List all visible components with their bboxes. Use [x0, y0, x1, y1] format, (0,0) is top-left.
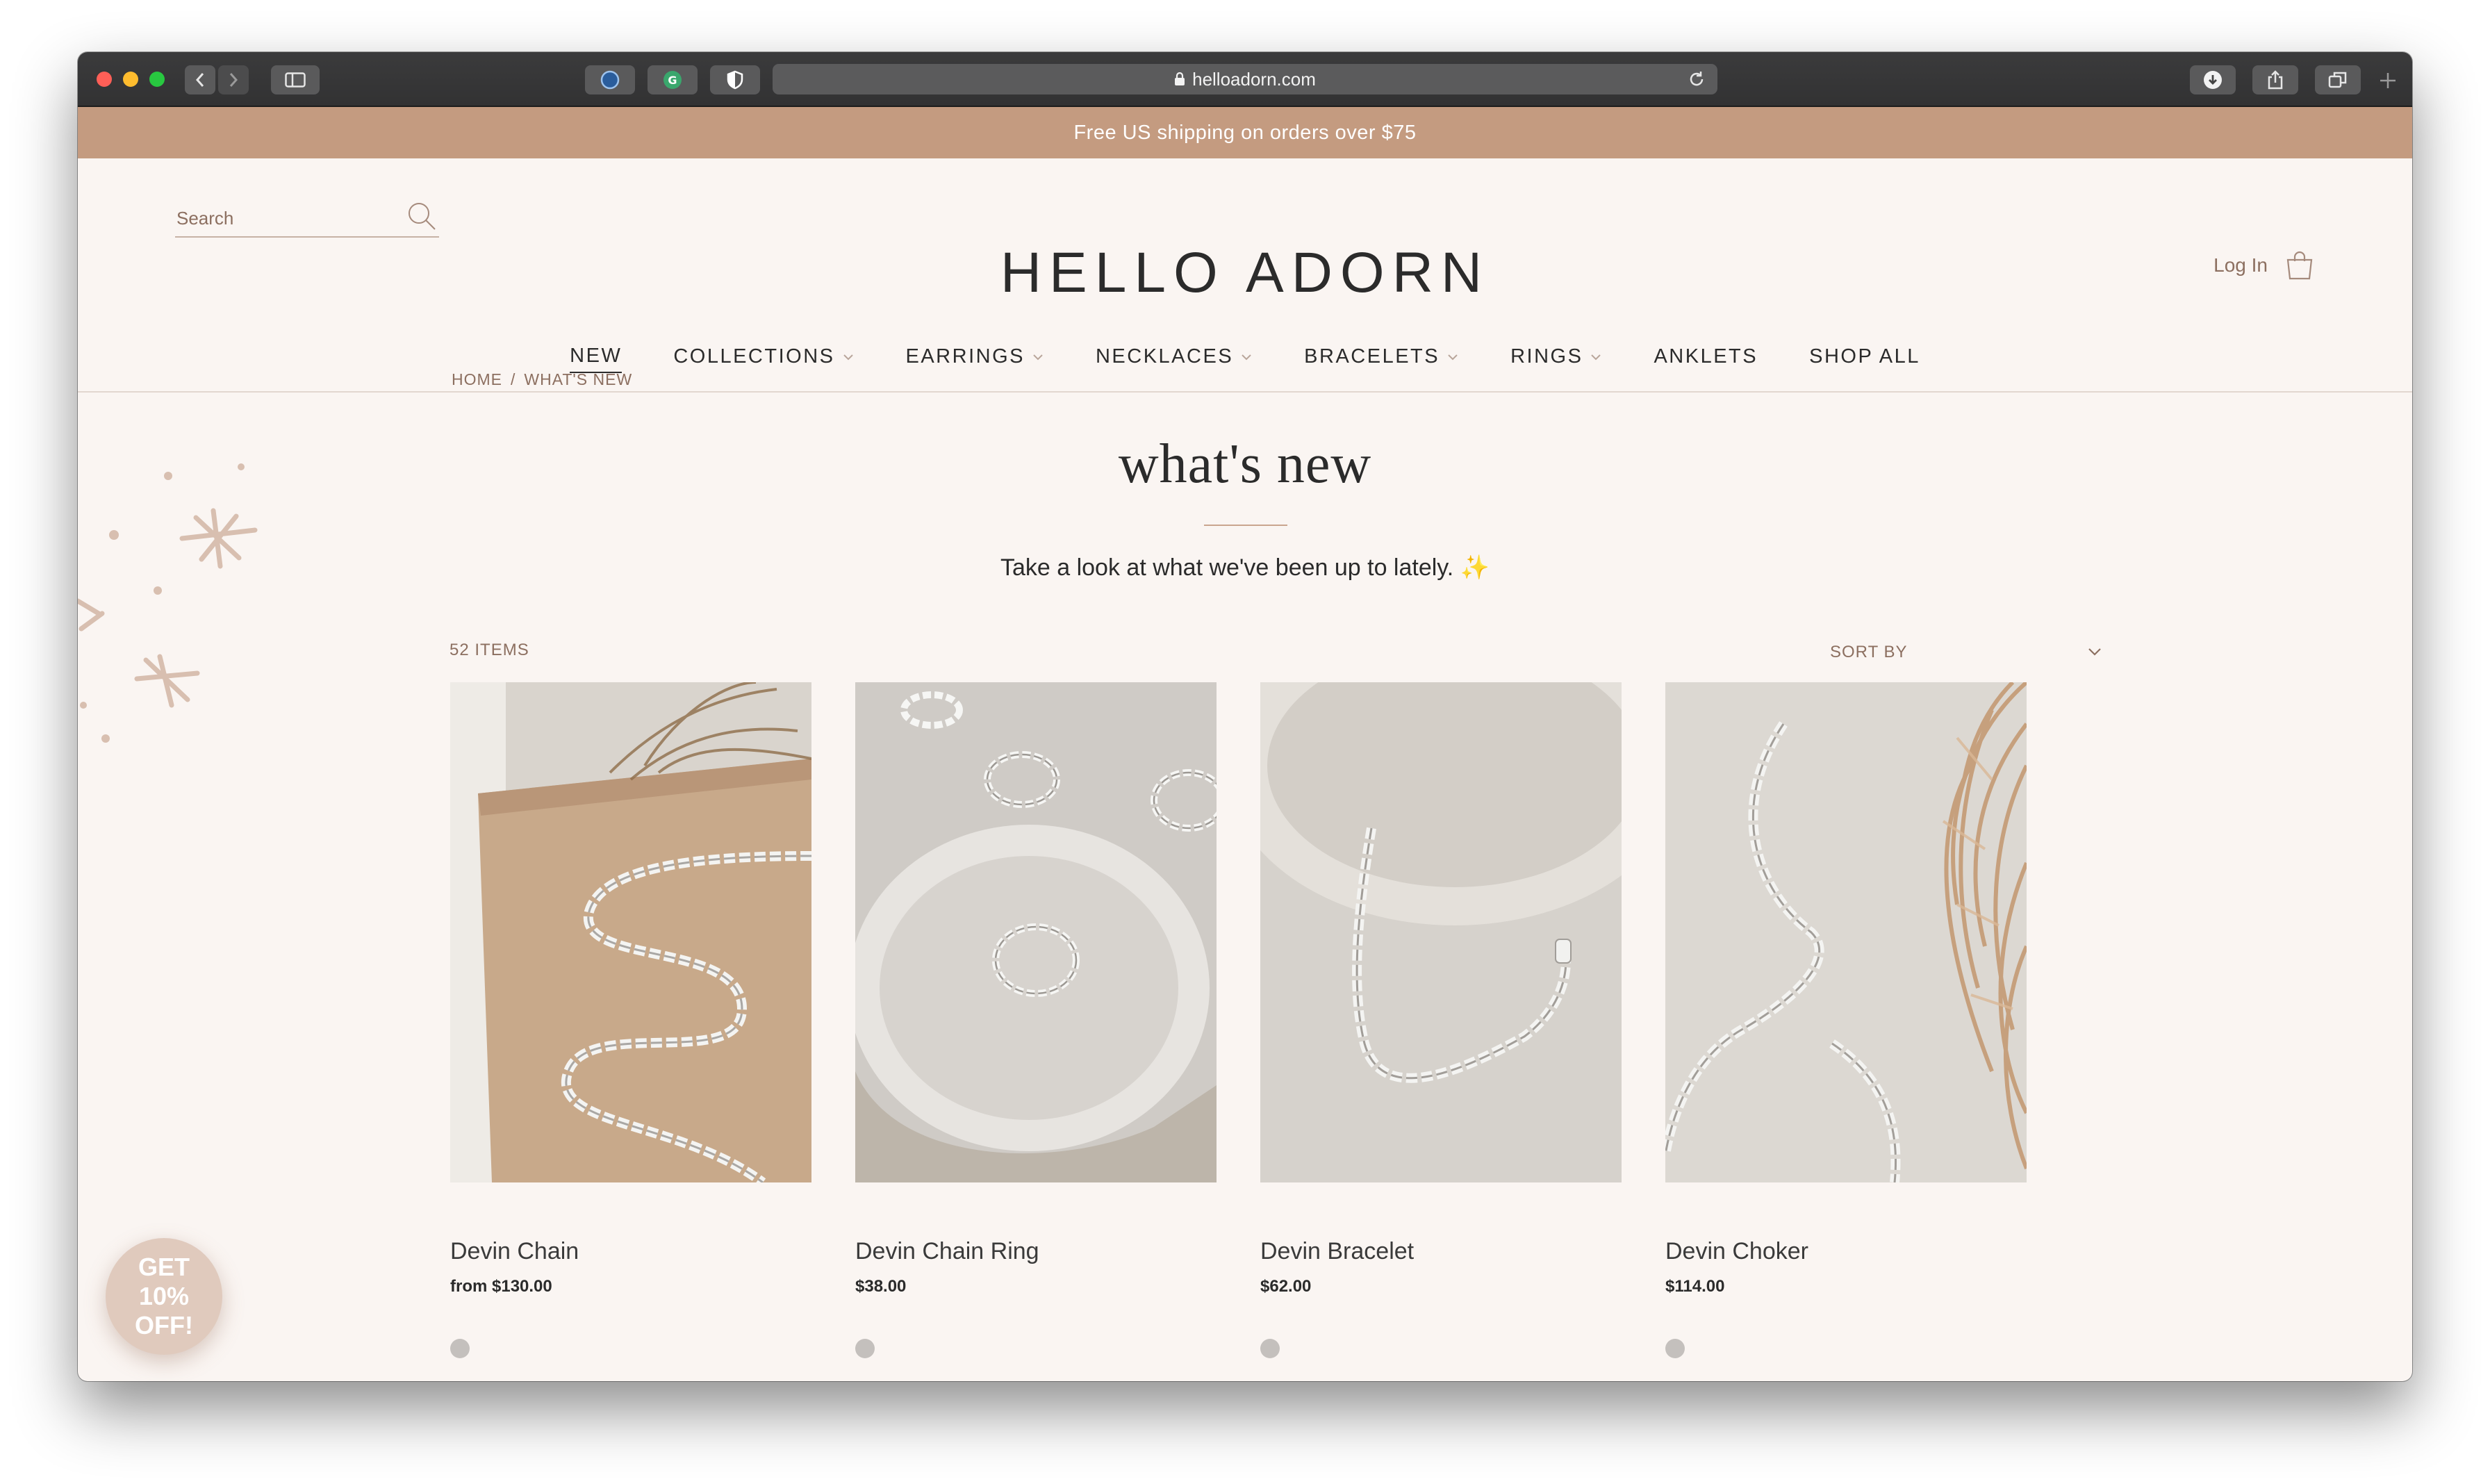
- lock-icon: [1175, 72, 1185, 85]
- page-intro: Take a look at what we've been up to lat…: [1000, 554, 1490, 581]
- nav-item-label: COLLECTIONS: [673, 345, 835, 368]
- product-name[interactable]: Devin Chain: [450, 1238, 579, 1265]
- login-link[interactable]: Log In: [2213, 254, 2268, 277]
- promo-line-2: 10%: [138, 1282, 190, 1310]
- browser-toolbar: G helloadorn.com: [78, 52, 2412, 107]
- close-window-button[interactable]: [97, 72, 112, 87]
- globe-icon: [600, 70, 620, 90]
- breadcrumb: HOME / WHAT'S NEW: [452, 370, 632, 389]
- shopping-bag-icon[interactable]: [2284, 250, 2315, 281]
- nav-item-label: EARRINGS: [905, 345, 1025, 368]
- product-card[interactable]: Devin Chain from $130.00: [450, 682, 811, 1358]
- page-title: what's new: [1118, 434, 1372, 495]
- color-swatch[interactable]: [1260, 1339, 1280, 1358]
- grammarly-icon: G: [663, 71, 682, 89]
- nav-item-label: BRACELETS: [1304, 345, 1440, 368]
- discount-popup-button[interactable]: GET 10% OFF!: [106, 1238, 222, 1355]
- product-card[interactable]: Devin Choker $114.00: [1665, 682, 2027, 1358]
- nav-item-bracelets[interactable]: BRACELETS: [1304, 345, 1459, 373]
- product-image-chain[interactable]: [450, 682, 811, 1182]
- nav-item-shop-all[interactable]: SHOP ALL: [1809, 345, 1920, 373]
- zoom-window-button[interactable]: [149, 72, 165, 87]
- search-icon[interactable]: [406, 200, 438, 232]
- new-tab-button[interactable]: [2377, 70, 2398, 94]
- nav-item-necklaces[interactable]: NECKLACES: [1096, 345, 1253, 373]
- product-price: from $130.00: [450, 1277, 552, 1296]
- product-price: $114.00: [1665, 1277, 1725, 1296]
- product-image-bracelet[interactable]: [1260, 682, 1622, 1182]
- product-name[interactable]: Devin Choker: [1665, 1238, 1808, 1265]
- breadcrumb-separator: /: [511, 370, 516, 388]
- shield-icon: [727, 70, 743, 90]
- chevron-right-icon: [229, 73, 238, 87]
- sidebar-toggle-button[interactable]: [271, 65, 320, 94]
- title-divider: [1204, 525, 1287, 526]
- breadcrumb-current: WHAT'S NEW: [524, 370, 633, 388]
- reload-icon[interactable]: [1687, 69, 1706, 89]
- extension-button-2[interactable]: G: [648, 65, 698, 94]
- product-name[interactable]: Devin Chain Ring: [855, 1238, 1039, 1265]
- product-image-chain-ring[interactable]: [855, 682, 1217, 1182]
- nav-item-label: SHOP ALL: [1809, 345, 1920, 368]
- downloads-button[interactable]: [2190, 65, 2236, 94]
- chevron-left-icon: [195, 73, 204, 87]
- chevron-down-icon: [1448, 354, 1458, 360]
- search-box: [175, 200, 439, 238]
- product-image-choker[interactable]: [1665, 682, 2027, 1182]
- forward-button[interactable]: [218, 65, 249, 94]
- product-price: $62.00: [1260, 1277, 1312, 1296]
- extension-button-3[interactable]: [710, 65, 760, 94]
- nav-item-collections[interactable]: COLLECTIONS: [673, 345, 854, 373]
- account-area: Log In: [2213, 250, 2315, 281]
- product-name[interactable]: Devin Bracelet: [1260, 1238, 1414, 1265]
- product-card[interactable]: Devin Chain Ring $38.00: [855, 682, 1217, 1358]
- download-icon: [2204, 71, 2222, 89]
- site-header: HELLO ADORN Log In NEW COLLECTIONS EARRING…: [78, 158, 2412, 393]
- nav-item-rings[interactable]: RINGS: [1510, 345, 1602, 373]
- search-input[interactable]: [175, 207, 386, 230]
- url-text: helloadorn.com: [1192, 68, 1316, 90]
- color-swatch[interactable]: [1665, 1339, 1685, 1358]
- color-swatch[interactable]: [450, 1339, 470, 1358]
- plus-icon: [2380, 73, 2396, 88]
- nav-item-label: NEW: [570, 345, 622, 367]
- promo-line-3: OFF!: [135, 1311, 193, 1339]
- extension-button-1[interactable]: [585, 65, 635, 94]
- nav-item-anklets[interactable]: ANKLETS: [1654, 345, 1758, 373]
- back-button[interactable]: [185, 65, 215, 94]
- sort-dropdown[interactable]: SORT BY: [1830, 643, 2108, 668]
- announcement-bar: Free US shipping on orders over $75: [78, 107, 2412, 158]
- product-card[interactable]: Devin Bracelet $62.00: [1260, 682, 1622, 1358]
- chevron-down-icon: [1242, 354, 1251, 360]
- browser-window: G helloadorn.com Free US shipping on ord…: [78, 52, 2412, 1381]
- nav-item-earrings[interactable]: EARRINGS: [906, 345, 1044, 373]
- promo-line-1: GET: [138, 1253, 190, 1281]
- color-swatch[interactable]: [855, 1339, 875, 1358]
- nav-item-label: NECKLACES: [1095, 345, 1234, 368]
- chevron-down-icon: [1033, 354, 1043, 360]
- main-navigation: NEW COLLECTIONS EARRINGS NECKLACES BRACELETS…: [78, 345, 2412, 373]
- tabs-overview-button[interactable]: [2315, 65, 2361, 94]
- nav-item-label: RINGS: [1510, 345, 1583, 368]
- site-logo[interactable]: HELLO ADORN: [78, 240, 2412, 306]
- minimize-window-button[interactable]: [123, 72, 138, 87]
- chevron-down-icon: [2088, 648, 2101, 656]
- share-icon: [2268, 70, 2283, 90]
- item-count: 52 ITEMS: [450, 641, 529, 659]
- chevron-down-icon: [1591, 354, 1601, 360]
- breadcrumb-home[interactable]: HOME: [452, 370, 502, 388]
- sort-label: SORT BY: [1830, 643, 1908, 661]
- share-button[interactable]: [2252, 65, 2298, 94]
- nav-item-new[interactable]: NEW: [570, 345, 622, 373]
- product-price: $38.00: [855, 1277, 907, 1296]
- tabs-icon: [2328, 72, 2347, 88]
- address-bar[interactable]: helloadorn.com: [773, 64, 1717, 94]
- nav-item-label: ANKLETS: [1654, 345, 1758, 368]
- chevron-down-icon: [843, 354, 853, 360]
- svg-text:G: G: [668, 74, 677, 87]
- sidebar-icon: [285, 72, 306, 88]
